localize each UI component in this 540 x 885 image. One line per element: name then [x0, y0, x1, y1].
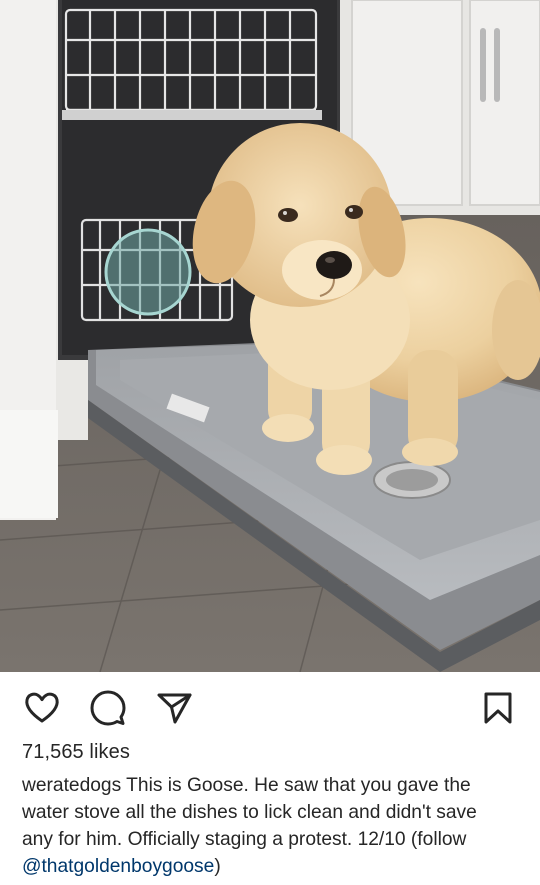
- heart-icon[interactable]: [22, 688, 62, 728]
- caption-text-1: This is Goose. He saw that you gave the: [121, 775, 471, 796]
- post-photo[interactable]: [0, 0, 540, 672]
- caption-mention-link[interactable]: @thatgoldenboygoose: [22, 856, 214, 877]
- bookmark-icon[interactable]: [478, 688, 518, 728]
- puppy-photo-illustration: [0, 0, 540, 672]
- caption-line-2: water stove all the dishes to lick clean…: [22, 802, 477, 823]
- post-caption: weratedogs This is Goose. He saw that yo…: [22, 772, 522, 880]
- paper-plane-icon[interactable]: [154, 688, 194, 728]
- post-action-bar: [0, 672, 540, 742]
- caption-closing-paren: ): [214, 856, 221, 877]
- caption-line-3: any for him. Officially staging a protes…: [22, 829, 467, 850]
- likes-count[interactable]: 71,565 likes: [22, 741, 130, 764]
- comment-bubble-icon[interactable]: [88, 688, 128, 728]
- caption-username[interactable]: weratedogs: [22, 775, 121, 796]
- caption-line-1: weratedogs This is Goose. He saw that yo…: [22, 772, 522, 799]
- caption-line-4: @thatgoldenboygoose): [22, 853, 522, 880]
